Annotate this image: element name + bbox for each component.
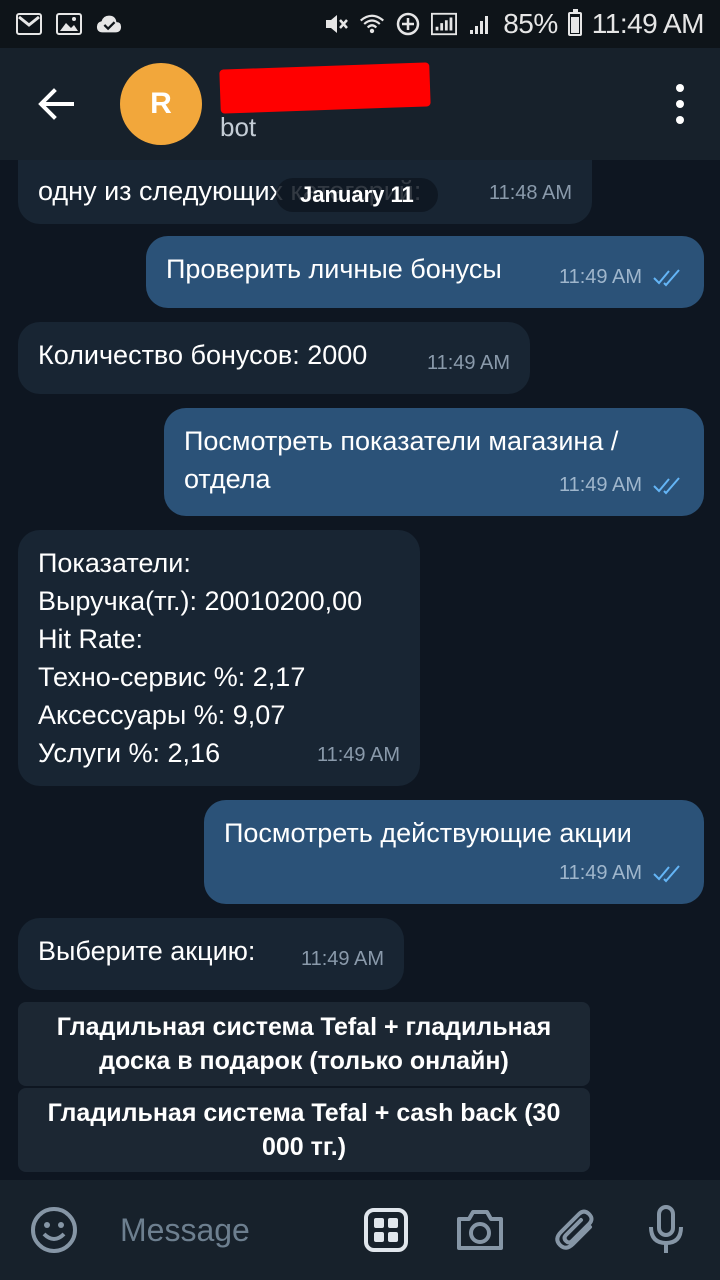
double-check-icon	[653, 269, 680, 287]
message-meta: 11:49 AM	[559, 258, 684, 296]
message-input-bar	[0, 1180, 720, 1280]
signal-icon-2	[467, 12, 493, 36]
chat-header: R bot	[0, 48, 720, 160]
message-list[interactable]: одну из следующих категорий: 11:48 AM Ja…	[0, 160, 720, 1180]
gallery-icon	[56, 12, 82, 36]
emoji-button[interactable]	[24, 1200, 84, 1260]
message-time: 11:49 AM	[558, 862, 642, 884]
chat-subtitle: bot	[220, 111, 257, 142]
battery-percent: 85%	[503, 8, 558, 39]
message-incoming[interactable]: Количество бонусов: 2000 11:49 AM	[18, 322, 530, 394]
bot-keyboard-button[interactable]: Гладильная система Tefal + гладильная до…	[18, 1002, 590, 1086]
camera-icon	[457, 1210, 503, 1250]
keyboard-grid-icon	[364, 1208, 408, 1252]
status-bar: 85% 11:49 AM	[0, 0, 720, 48]
message-text: Посмотреть действующие акции	[224, 818, 632, 848]
message-time: 11:49 AM	[558, 266, 642, 288]
message-meta: 11:49 AM	[301, 940, 384, 978]
paperclip-icon	[555, 1209, 594, 1250]
message-time: 11:49 AM	[316, 744, 400, 766]
message-meta: 11:48 AM	[489, 174, 572, 212]
wifi-icon	[359, 12, 385, 36]
mute-icon	[323, 12, 349, 36]
cloud-check-icon	[96, 12, 122, 36]
message-incoming[interactable]: Выберите акцию: 11:49 AM	[18, 918, 404, 990]
dot-icon	[676, 84, 684, 92]
data-saver-icon	[395, 12, 421, 36]
message-outgoing[interactable]: Посмотреть показатели магазина / отдела …	[164, 408, 704, 516]
message-input[interactable]	[120, 1208, 340, 1252]
gmail-icon	[16, 12, 42, 36]
back-button[interactable]	[0, 48, 112, 160]
message-outgoing[interactable]: Посмотреть действующие акции 11:49 AM	[204, 800, 704, 904]
message-time: 11:49 AM	[300, 948, 384, 970]
status-system: 85% 11:49 AM	[323, 8, 705, 40]
dot-icon	[676, 100, 684, 108]
bot-keyboard-toggle-button[interactable]	[356, 1200, 416, 1260]
status-time: 11:49 AM	[591, 8, 705, 39]
attach-button[interactable]	[546, 1200, 606, 1260]
battery-icon	[567, 9, 582, 36]
message-incoming[interactable]: Показатели: Выручка(тг.): 20010200,00 Hi…	[18, 530, 420, 786]
message-meta: 11:49 AM	[317, 736, 400, 774]
microphone-icon	[649, 1205, 683, 1253]
redacted-chat-title	[219, 61, 431, 114]
emoji-icon	[31, 1207, 77, 1253]
chat-info[interactable]: bot	[219, 61, 431, 143]
message-time: 11:49 AM	[426, 352, 510, 374]
arrow-left-icon	[38, 88, 74, 120]
camera-button[interactable]	[450, 1200, 510, 1260]
signal-icon	[431, 12, 458, 36]
bot-keyboard-button[interactable]: Гладильная система Tefal + cash back (30…	[18, 1088, 590, 1172]
message-meta: 11:49 AM	[559, 466, 684, 504]
message-time: 11:49 AM	[558, 474, 642, 496]
message-meta: 11:49 AM	[559, 854, 684, 892]
avatar[interactable]: R	[120, 63, 202, 145]
message-outgoing[interactable]: Проверить личные бонусы 11:49 AM	[146, 236, 704, 308]
message-meta: 11:49 AM	[427, 344, 510, 382]
voice-message-button[interactable]	[636, 1200, 696, 1260]
message-time: 11:48 AM	[488, 182, 572, 204]
date-separator: January 11	[276, 178, 438, 212]
double-check-icon	[653, 477, 680, 495]
dot-icon	[676, 116, 684, 124]
status-notifications	[16, 12, 122, 36]
double-check-icon	[653, 865, 680, 883]
more-options-button[interactable]	[670, 84, 690, 124]
